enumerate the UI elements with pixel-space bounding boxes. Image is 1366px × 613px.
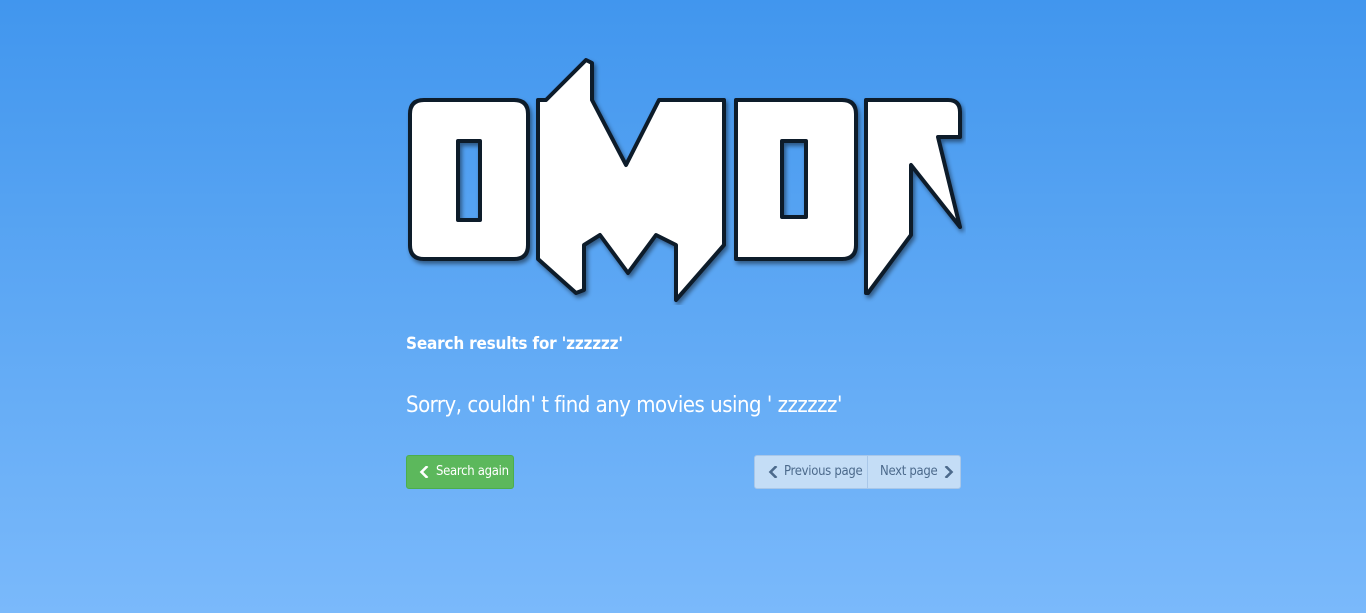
search-again-label: Search again [436, 464, 509, 479]
previous-page-button[interactable]: Previous page [754, 455, 868, 489]
chevron-left-icon [419, 466, 429, 478]
no-results-message: Sorry, couldn' t find any movies using '… [406, 393, 842, 418]
search-again-button[interactable]: Search again [406, 455, 514, 489]
omdr-logo-graphic [408, 58, 962, 302]
previous-page-label: Previous page [784, 464, 863, 479]
chevron-left-icon [768, 466, 778, 478]
pagination: Previous page Next page [754, 455, 961, 489]
chevron-right-icon [944, 466, 954, 478]
search-results-heading: Search results for 'zzzzzz' [406, 334, 623, 354]
next-page-label: Next page [880, 464, 938, 479]
omdr-logo: oMDr [406, 55, 966, 305]
next-page-button[interactable]: Next page [868, 455, 961, 489]
